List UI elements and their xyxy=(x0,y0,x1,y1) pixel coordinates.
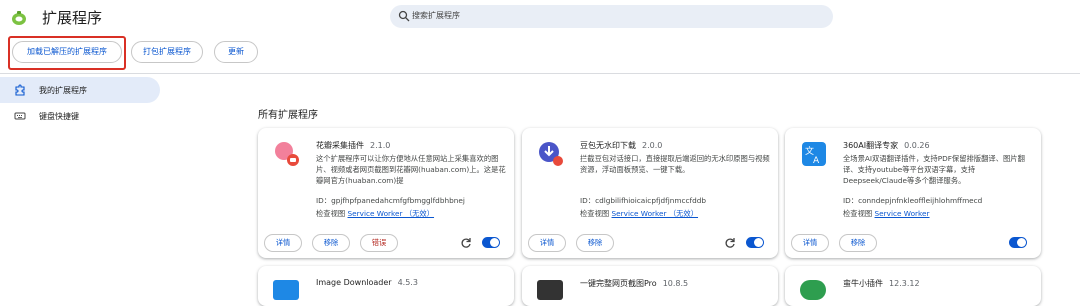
extension-name: 360AI翻译专家 0.0.26 xyxy=(843,141,930,150)
load-unpacked-button[interactable]: 加载已解压的扩展程序 xyxy=(12,41,122,63)
extensions-logo-icon xyxy=(12,11,26,25)
extension-card: Image Downloader 4.5.3 xyxy=(258,266,514,306)
puzzle-icon xyxy=(15,84,25,96)
manniu-icon xyxy=(800,280,826,300)
screenshot-icon xyxy=(537,280,563,300)
extension-card: 花瓣采集插件 2.1.0 这个扩展程序可以让你方便地从任意网站上采集喜欢的图片、视… xyxy=(258,128,514,258)
translate-icon: 文 A xyxy=(802,142,826,166)
image-downloader-icon xyxy=(273,280,299,300)
reload-icon[interactable] xyxy=(460,237,472,249)
svg-text:A: A xyxy=(813,156,820,166)
details-button[interactable]: 详情 xyxy=(791,234,829,252)
enable-toggle[interactable] xyxy=(746,237,764,248)
download-icon xyxy=(539,142,563,166)
inspect-views: 检查视图 Service Worker xyxy=(843,209,930,218)
huaban-icon xyxy=(275,142,299,166)
service-worker-link[interactable]: Service Worker （无效） xyxy=(348,209,435,218)
top-bar: 扩展程序 搜索扩展程序 xyxy=(0,0,1080,34)
keyboard-icon xyxy=(14,112,26,120)
extension-name: 花瓣采集插件 2.1.0 xyxy=(316,141,391,150)
extension-card: 豆包无水印下载 2.0.0 拦截豆包对话接口，直接提取后端返回的无水印原图与视频资… xyxy=(522,128,778,258)
extension-id: ID：conndepjnfnkleoffleijhlohmffmecd xyxy=(843,196,983,205)
details-button[interactable]: 详情 xyxy=(264,234,302,252)
extension-description: 拦截豆包对话接口，直接提取后端返回的无水印原图与视频资源，浮动面板预览、一键下载… xyxy=(580,154,770,174)
enable-toggle[interactable] xyxy=(482,237,500,248)
section-title: 所有扩展程序 xyxy=(258,110,318,121)
search-input[interactable]: 搜索扩展程序 xyxy=(390,5,833,28)
pack-extension-button[interactable]: 打包扩展程序 xyxy=(131,41,203,63)
errors-button[interactable]: 错误 xyxy=(360,234,398,252)
extension-name: 一键完整网页截图Pro 10.8.5 xyxy=(580,279,689,288)
remove-button[interactable]: 移除 xyxy=(312,234,350,252)
update-button[interactable]: 更新 xyxy=(214,41,258,63)
remove-button[interactable]: 移除 xyxy=(576,234,614,252)
remove-button[interactable]: 移除 xyxy=(839,234,877,252)
page-title: 扩展程序 xyxy=(42,9,103,27)
search-icon xyxy=(398,10,410,22)
extension-description: 这个扩展程序可以让你方便地从任意网站上采集喜欢的图片、视频或者网页截图到花瓣网(… xyxy=(316,154,506,185)
sidebar-item-label: 我的扩展程序 xyxy=(39,86,87,95)
sidebar-item-my-extensions[interactable]: 我的扩展程序 xyxy=(0,77,160,103)
enable-toggle[interactable] xyxy=(1009,237,1027,248)
extension-name: 豆包无水印下载 2.0.0 xyxy=(580,141,663,150)
sidebar-item-keyboard-shortcuts[interactable]: 键盘快捷键 xyxy=(0,103,160,129)
extension-description: 全场景AI双语翻译插件，支持PDF保留排版翻译、图片翻译、支持youtube等平… xyxy=(843,154,1025,185)
extension-card: 一键完整网页截图Pro 10.8.5 xyxy=(522,266,778,306)
extension-id: ID：gpjfhpfpanedahcmfgfbmgglfdbhbnej xyxy=(316,196,465,205)
details-button[interactable]: 详情 xyxy=(528,234,566,252)
service-worker-link[interactable]: Service Worker xyxy=(875,209,930,218)
inspect-views: 检查视图 Service Worker （无效） xyxy=(580,209,699,218)
divider xyxy=(0,73,1080,74)
extension-id: ID：cdlgbilifhioicaicpfjdfjnmccfddb xyxy=(580,196,706,205)
reload-icon[interactable] xyxy=(724,237,736,249)
sidebar-item-label: 键盘快捷键 xyxy=(39,112,79,121)
inspect-views: 检查视图 Service Worker （无效） xyxy=(316,209,435,218)
search-placeholder: 搜索扩展程序 xyxy=(412,11,460,20)
extension-name: 蛮牛小插件 12.3.12 xyxy=(843,279,920,288)
extension-card: 蛮牛小插件 12.3.12 xyxy=(785,266,1041,306)
extension-card: 文 A 360AI翻译专家 0.0.26 全场景AI双语翻译插件，支持PDF保留排… xyxy=(785,128,1041,258)
service-worker-link[interactable]: Service Worker （无效） xyxy=(612,209,699,218)
